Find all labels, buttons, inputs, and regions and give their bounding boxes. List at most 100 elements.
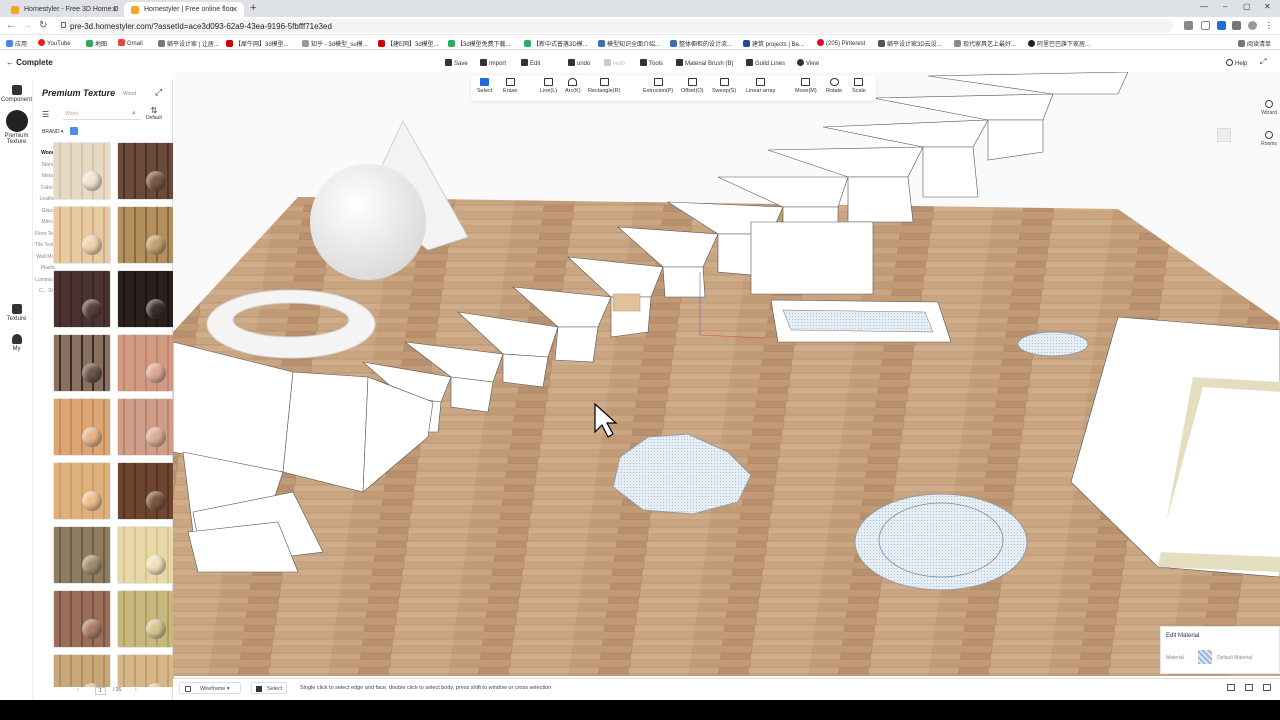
texture-swatch[interactable] (117, 462, 175, 520)
star-icon[interactable] (1201, 21, 1210, 30)
texture-swatch[interactable] (53, 142, 111, 200)
view-mode-select[interactable]: Wireframe ▾ (179, 682, 241, 694)
tool-rotate[interactable]: Rotate (826, 78, 842, 94)
help-button[interactable]: Help (1226, 59, 1247, 67)
prev-page-icon[interactable]: ‹ (77, 687, 79, 693)
texture-swatch[interactable] (53, 270, 111, 328)
texture-swatch[interactable] (117, 398, 175, 456)
color-filter-icon[interactable] (70, 127, 78, 135)
import-button[interactable]: Import (480, 59, 506, 67)
reload-icon[interactable]: ↻ (39, 20, 47, 31)
material-swatch[interactable] (1198, 650, 1212, 664)
block-object[interactable] (750, 221, 874, 295)
tool-sweep[interactable]: Sweep(S) (712, 78, 736, 94)
close-window-icon[interactable]: ✕ (1264, 2, 1271, 11)
search-input[interactable]: Wood (63, 108, 141, 120)
close-icon[interactable]: ✕ (231, 5, 238, 14)
circle-face[interactable] (854, 493, 1028, 591)
bookmark-item[interactable]: 整体橱柜的设计流... (670, 39, 732, 48)
bookmark-item[interactable]: 【新中式普落3D模... (524, 39, 588, 48)
texture-swatch[interactable] (53, 526, 111, 584)
bookmark-item[interactable]: 【建E网】3d模型... (378, 39, 439, 48)
maximize-icon[interactable]: ▢ (1243, 2, 1251, 11)
texture-swatch[interactable] (117, 270, 175, 328)
puzzle-icon[interactable] (1232, 21, 1241, 30)
complete-button[interactable]: ← Complete (6, 58, 53, 67)
tool-rectangle[interactable]: Rectangle(R) (588, 78, 620, 94)
translate-icon[interactable] (1184, 21, 1193, 30)
texture-swatch[interactable] (117, 654, 175, 687)
bookmark-item[interactable]: YouTube (38, 39, 71, 47)
material-brush-button[interactable]: Material Brush (B) (676, 59, 733, 67)
bookmark-item[interactable]: Gmail (118, 39, 143, 47)
page-input[interactable]: 1 (95, 687, 106, 695)
new-tab-icon[interactable]: + (250, 2, 256, 14)
tool-move[interactable]: Move(M) (795, 78, 817, 94)
texture-swatch[interactable] (53, 590, 111, 648)
texture-swatch[interactable] (117, 142, 175, 200)
bookmark-item[interactable]: 模型知识全面介绍... (598, 39, 660, 48)
bookmark-item[interactable]: 知乎 - 3d模型_su模... (302, 39, 368, 48)
scene-canvas[interactable] (173, 72, 1280, 676)
view-button[interactable]: View (797, 59, 819, 67)
texture-swatch[interactable] (53, 654, 111, 687)
redo-button[interactable]: redo (604, 59, 625, 67)
tools-button[interactable]: Tools (640, 59, 663, 67)
bookmark-item[interactable]: 地图 (86, 39, 107, 48)
back-icon[interactable]: ← (6, 20, 16, 31)
search-icon[interactable]: ⌕ (132, 110, 136, 118)
brand-filter[interactable]: BRAND ▾ (42, 129, 63, 135)
extension-icon[interactable] (1217, 21, 1226, 30)
tool-select[interactable]: Select (477, 78, 492, 94)
texture-swatch[interactable] (117, 590, 175, 648)
texture-swatch[interactable] (117, 206, 175, 264)
url-field[interactable]: pre-3d.homestyler.com/?assetId=ace3d093-… (58, 19, 1173, 33)
tool-linear-array[interactable]: Linear array (746, 78, 775, 94)
tool-offset[interactable]: Offset(O) (681, 78, 704, 94)
guide-lines-button[interactable]: Guild Lines (746, 59, 785, 67)
ellipse-face[interactable] (1017, 331, 1089, 357)
bookmark-item[interactable]: 应用 (6, 39, 27, 48)
bookmark-item[interactable]: 现代家具艺上最好... (954, 39, 1016, 48)
texture-swatch[interactable] (53, 462, 111, 520)
texture-swatch[interactable] (53, 334, 111, 392)
menu-icon[interactable]: ☰ (42, 110, 49, 119)
fullscreen-icon[interactable]: ⤢ (1260, 57, 1266, 67)
bookmark-item[interactable]: 躺平设计家3D云设... (878, 39, 942, 48)
texture-swatch[interactable] (53, 398, 111, 456)
3d-viewport[interactable] (173, 72, 1280, 676)
grid-icon[interactable] (1263, 684, 1271, 691)
minimize-window-icon[interactable]: – (1223, 2, 1227, 11)
expand-icon[interactable]: ⤢ (155, 87, 162, 98)
texture-swatch[interactable] (117, 334, 175, 392)
texture-swatch[interactable] (53, 206, 111, 264)
layout-icon[interactable] (1245, 684, 1253, 691)
minimize-icon[interactable]: — (1200, 2, 1208, 11)
reading-list[interactable]: 阅读清单 (1238, 39, 1271, 48)
sphere-object[interactable] (310, 164, 426, 280)
close-icon[interactable]: ✕ (111, 5, 118, 14)
rail-item-my[interactable]: My (0, 334, 33, 352)
bookmark-item[interactable]: (205) Pinterest (817, 39, 865, 47)
current-tool[interactable]: Select (251, 682, 287, 694)
texture-swatch[interactable] (117, 526, 175, 584)
rail-item-texture[interactable]: Texture (0, 304, 33, 322)
forward-icon[interactable]: → (22, 20, 32, 31)
browser-tab-2[interactable]: Homestyler | Free online floo ✕ (124, 2, 244, 17)
tool-line[interactable]: Line(L) (540, 78, 557, 94)
tool-extrusion[interactable]: Extrusion(P) (643, 78, 673, 94)
next-page-icon[interactable]: › (135, 687, 137, 693)
bookmark-item[interactable]: 【犀牛网】3d模型... (226, 39, 289, 48)
profile-icon[interactable] (1248, 21, 1257, 30)
wizard-button[interactable]: Wizard (1258, 100, 1280, 116)
camera-icon[interactable] (1227, 684, 1235, 691)
more-menu-icon[interactable]: ⋮ (1265, 21, 1273, 30)
undo-button[interactable]: undo (568, 59, 590, 67)
tool-erase[interactable]: Erase (503, 78, 517, 94)
box-preview-icon[interactable] (1217, 128, 1231, 142)
bookmark-item[interactable]: 躺平设计家 | 让居... (158, 39, 219, 48)
bookmark-item[interactable]: 【3d模型免费下载... (448, 39, 511, 48)
browser-tab-1[interactable]: Homestyler - Free 3D Home D ✕ (4, 2, 124, 17)
bookmark-item[interactable]: 阿里巴巴旗下家居... (1028, 39, 1090, 48)
edit-button[interactable]: Edit (521, 59, 540, 67)
